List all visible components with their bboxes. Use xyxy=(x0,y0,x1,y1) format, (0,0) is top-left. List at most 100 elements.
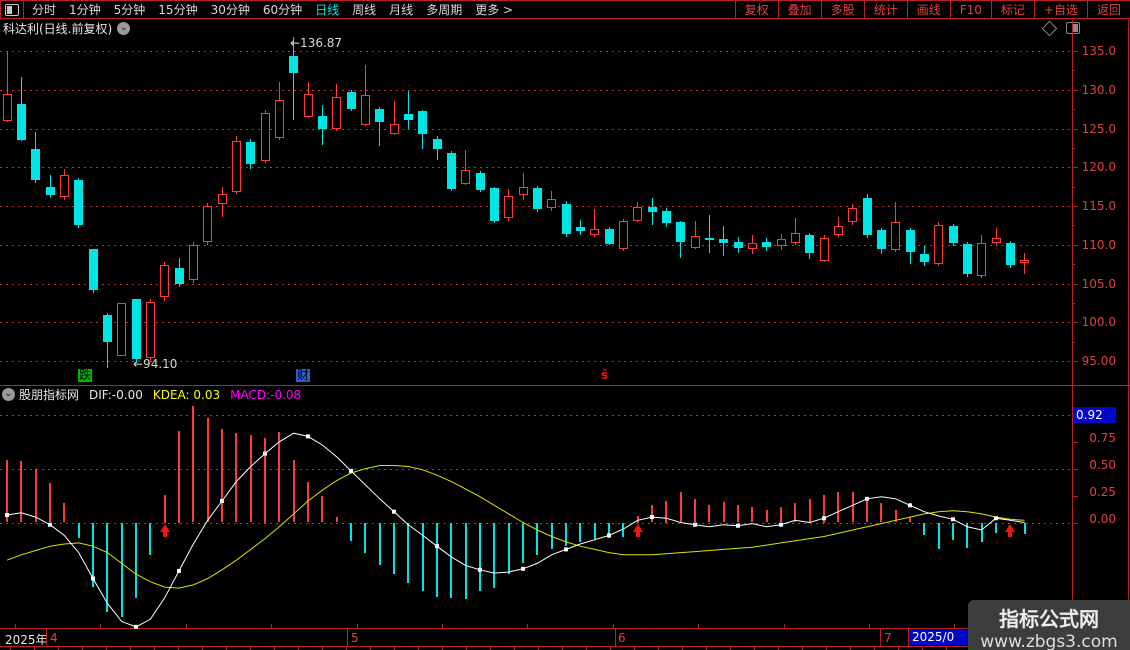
candle-body xyxy=(217,193,227,205)
year-label: 2025年 xyxy=(5,633,48,647)
trading-app-window: 分时 1分钟 5分钟 15分钟 30分钟 60分钟 日线 周线 月线 多周期 更多 > 复权 叠加 多股… xyxy=(0,0,1130,650)
candle-body xyxy=(289,56,299,74)
candle-body xyxy=(719,238,729,244)
price-annotation: ←136.87 xyxy=(290,36,343,50)
macd-bar xyxy=(92,522,94,588)
window-right-border xyxy=(1128,20,1129,610)
candle-body xyxy=(346,92,356,110)
macd-bar xyxy=(937,522,940,550)
candle-body xyxy=(876,230,886,250)
macd-bar xyxy=(737,505,739,523)
candle-body xyxy=(303,93,313,117)
axis-minor-tick xyxy=(1072,109,1075,110)
candle-body xyxy=(102,314,112,343)
xaxis-divider xyxy=(880,629,881,646)
xaxis-divider xyxy=(615,629,616,646)
candle-body xyxy=(618,220,628,250)
axis-minor-tick xyxy=(1072,225,1075,226)
macd-bar xyxy=(708,505,711,523)
axis-major-tick xyxy=(1072,245,1078,246)
candle-body xyxy=(590,228,600,235)
axis-major-tick xyxy=(1072,206,1078,207)
xaxis-week-tick xyxy=(100,624,101,629)
candle-body xyxy=(418,111,428,134)
macd-bar xyxy=(866,496,868,523)
candle-body xyxy=(203,206,213,243)
macd-bar xyxy=(622,522,625,537)
axis-border-line xyxy=(1072,20,1073,647)
axis-major-tick xyxy=(1072,51,1078,52)
candle-body xyxy=(805,235,815,254)
candle-body xyxy=(934,225,944,265)
axis-major-tick xyxy=(1072,167,1078,168)
indicator-header: ⌄ 股朋指标网 DIF:-0.00 KDEA: 0.03 MACD:-0.08 xyxy=(0,387,1070,402)
macd-bar xyxy=(909,517,911,523)
price-annotation: ←94.10 xyxy=(133,357,178,371)
signal-badge: 跌 xyxy=(78,368,93,382)
xaxis-week-tick xyxy=(613,624,614,629)
candle-body xyxy=(532,188,542,210)
macd-gridline xyxy=(0,415,1072,416)
xaxis-divider xyxy=(347,629,348,646)
macd-bar xyxy=(221,428,223,523)
buy-arrow-stem xyxy=(162,531,167,537)
price-gridline xyxy=(0,90,1072,91)
buy-arrow-stem xyxy=(635,531,640,537)
axis-major-tick xyxy=(1072,284,1078,285)
axis-minor-tick xyxy=(1072,148,1075,149)
macd-bar xyxy=(995,522,997,534)
axis-major-tick xyxy=(1072,496,1078,497)
candle-body xyxy=(575,226,585,232)
macd-value: MACD:-0.08 xyxy=(230,387,302,402)
macd-bar xyxy=(49,482,51,523)
candle-body xyxy=(762,242,772,247)
macd-gridline xyxy=(0,469,1072,470)
axis-minor-tick xyxy=(1072,187,1075,188)
month-label: 5 xyxy=(351,631,359,645)
macd-bar xyxy=(34,468,37,523)
candle-body xyxy=(733,242,743,248)
xaxis-week-tick xyxy=(357,624,358,629)
macd-bar xyxy=(206,418,209,523)
candle-body xyxy=(45,186,55,196)
candle-body xyxy=(117,302,127,357)
candle-body xyxy=(188,244,198,281)
candle-body xyxy=(131,299,141,360)
candle-body xyxy=(16,103,26,141)
axis-major-tick xyxy=(1072,523,1078,524)
candle-body xyxy=(432,139,442,149)
candle-body xyxy=(891,221,901,251)
candle-body xyxy=(633,206,643,221)
macd-bar xyxy=(880,503,883,523)
xaxis-week-tick xyxy=(186,624,187,629)
macd-bar xyxy=(522,522,524,564)
dif-value: DIF:-0.00 xyxy=(89,387,143,402)
macd-bar xyxy=(952,522,954,540)
macd-bar xyxy=(1023,522,1026,535)
axis-major-tick xyxy=(1072,361,1078,362)
candle-body xyxy=(403,113,413,120)
buy-arrow-stem xyxy=(1008,531,1013,537)
chevron-down-icon[interactable]: ⌄ xyxy=(2,388,15,401)
watermark: 指标公式网 www.zbgs3.com xyxy=(968,600,1130,650)
candle-body xyxy=(819,237,829,262)
macd-bar xyxy=(235,433,238,523)
candle-wick xyxy=(1024,253,1026,275)
candle-body xyxy=(747,243,757,249)
price-gridline xyxy=(0,322,1072,323)
candle-body xyxy=(547,199,557,208)
macd-bar xyxy=(63,503,66,523)
xaxis-week-tick xyxy=(954,624,955,629)
month-label: 4 xyxy=(50,631,58,645)
macd-bar xyxy=(178,431,180,523)
macd-bar xyxy=(436,522,438,597)
axis-major-tick xyxy=(1072,322,1078,323)
candle-body xyxy=(375,109,385,123)
macd-bar xyxy=(722,502,725,523)
macd-bar xyxy=(794,503,797,523)
candle-body xyxy=(905,230,915,252)
indicator-source: 股朋指标网 xyxy=(19,388,80,402)
price-gridline xyxy=(0,51,1072,52)
candle-body xyxy=(475,173,485,190)
candle-body xyxy=(776,238,786,247)
